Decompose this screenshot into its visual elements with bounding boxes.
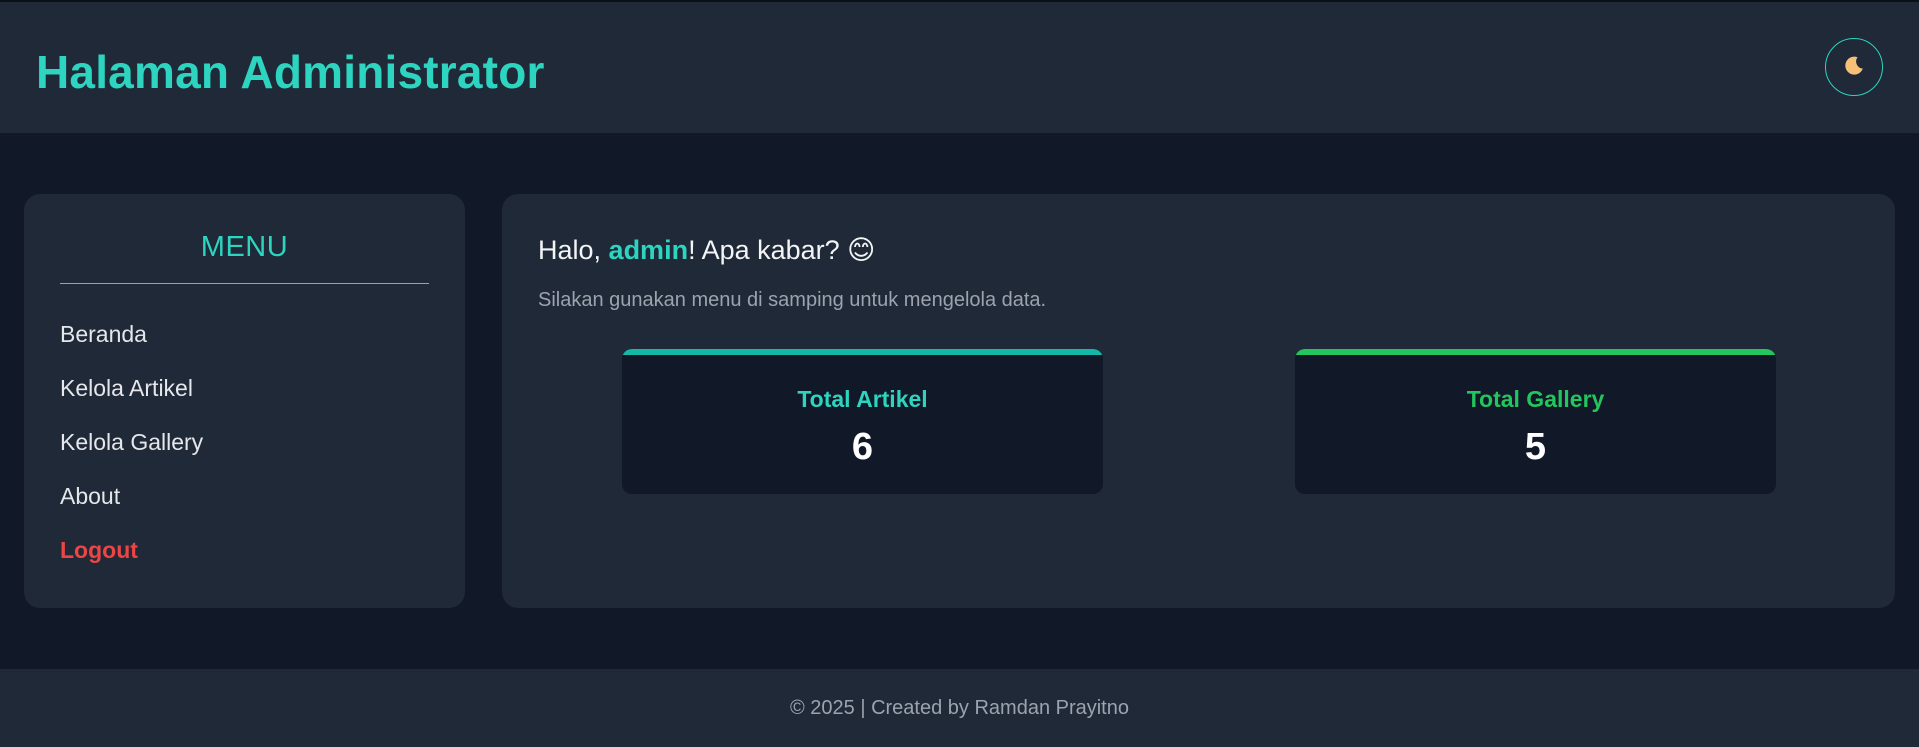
theme-toggle-button[interactable] [1825, 38, 1883, 96]
stat-card-total-artikel: Total Artikel 6 [622, 349, 1103, 494]
stat-value: 5 [1524, 426, 1547, 468]
stat-label: Total Artikel [797, 386, 928, 412]
app-header: Halaman Administrator [0, 2, 1919, 133]
username: admin [608, 235, 689, 265]
sidebar-item-kelola-artikel[interactable]: Kelola Artikel [60, 374, 193, 402]
footer-text: © 2025 | Created by Ramdan Prayitno [789, 697, 1129, 719]
greeting-suffix: ! Apa kabar? 😊 [688, 235, 876, 265]
sidebar-menu: MENU Beranda Kelola Artikel Kelola Galle… [24, 194, 465, 608]
menu-divider [60, 283, 429, 284]
sidebar-item-about[interactable]: About [60, 482, 120, 510]
sidebar-item-kelola-gallery[interactable]: Kelola Gallery [60, 428, 203, 456]
sidebar-item-beranda[interactable]: Beranda [60, 320, 147, 348]
stat-label: Total Gallery [1466, 386, 1605, 412]
main-content: Halo, admin! Apa kabar? 😊 Silakan gunaka… [502, 194, 1895, 608]
greeting-prefix: Halo, [538, 235, 609, 265]
stat-value: 6 [851, 426, 874, 468]
moon-icon [1842, 54, 1866, 81]
menu-title: MENU [200, 231, 289, 263]
sidebar-item-logout[interactable]: Logout [60, 536, 138, 564]
stat-card-accent-bar [622, 349, 1103, 355]
page-footer: © 2025 | Created by Ramdan Prayitno [0, 669, 1919, 747]
greeting: Halo, admin! Apa kabar? 😊 [538, 234, 875, 266]
instruction-text: Silakan gunakan menu di samping untuk me… [538, 289, 1047, 311]
page-title: Halaman Administrator [36, 46, 545, 98]
stat-card-total-gallery: Total Gallery 5 [1295, 349, 1776, 494]
stat-card-accent-bar [1295, 349, 1776, 355]
